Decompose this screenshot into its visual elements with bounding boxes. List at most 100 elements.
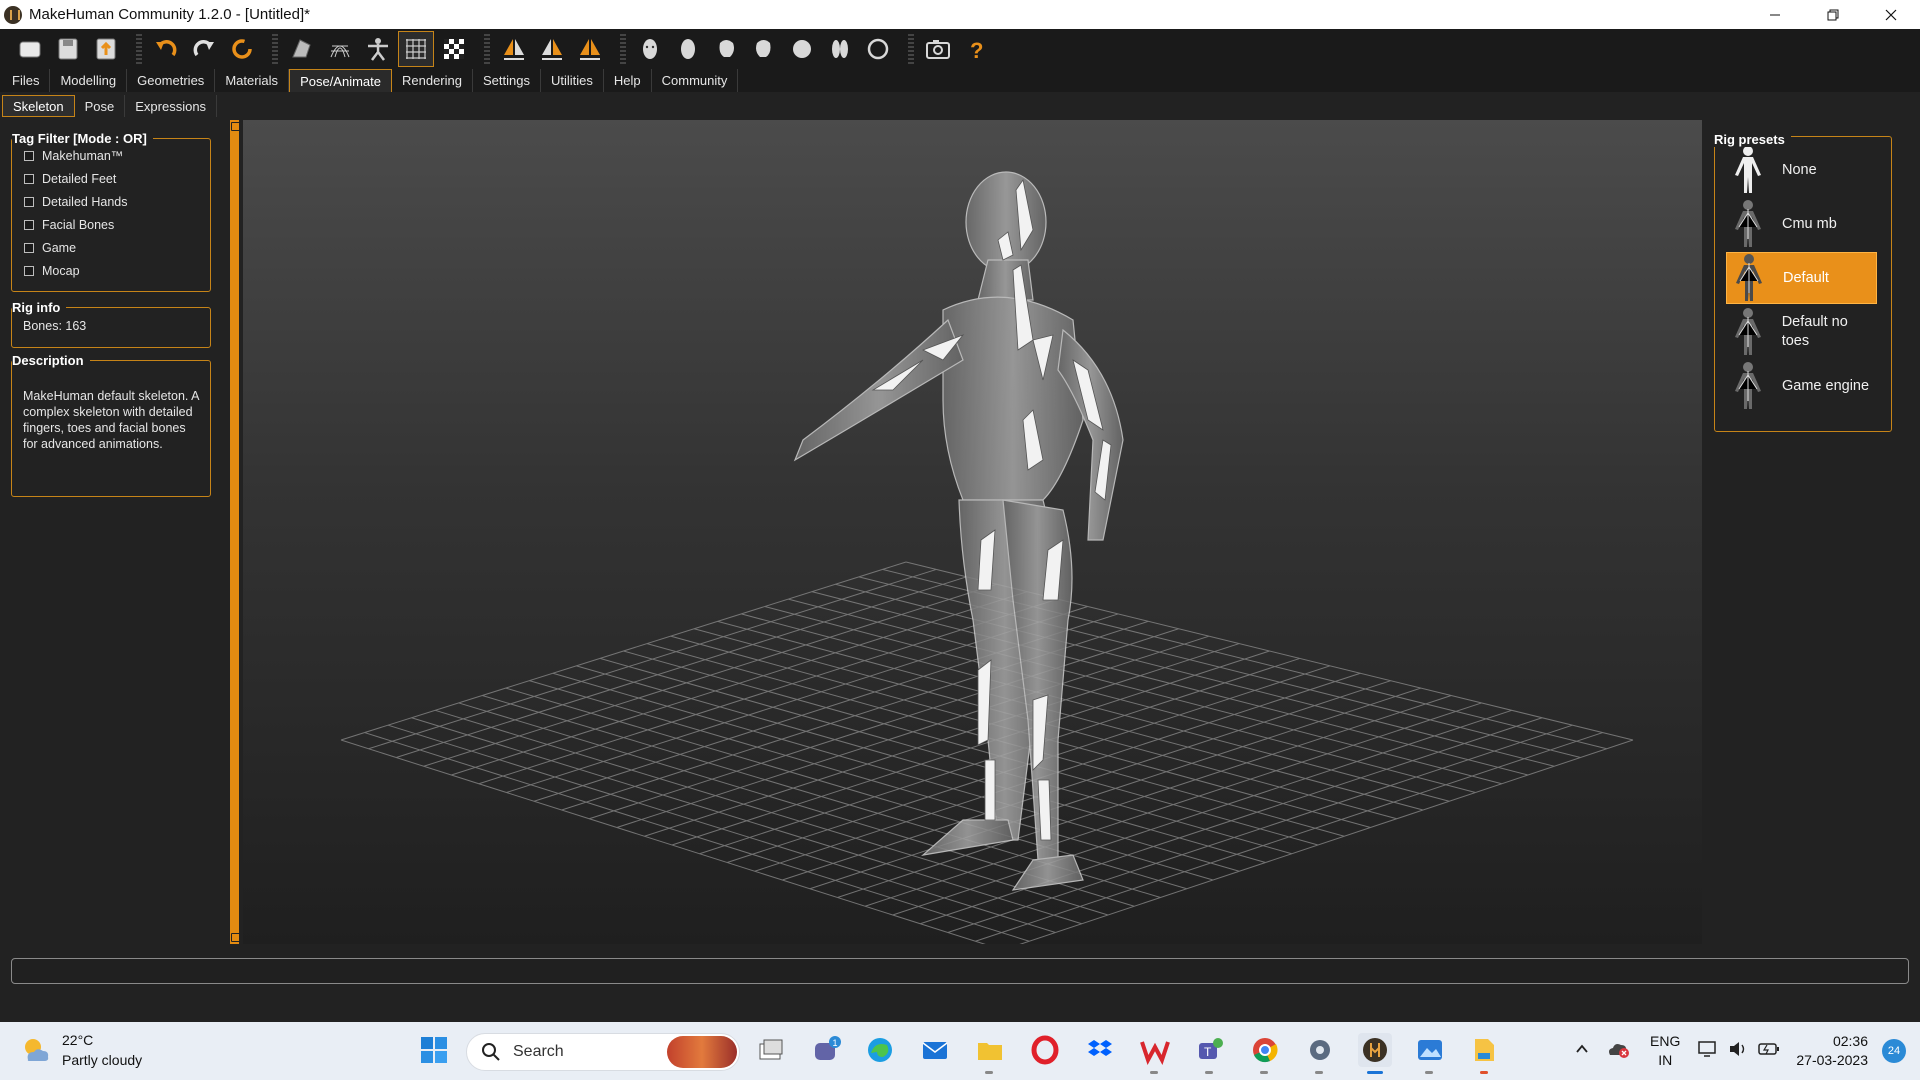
tag-checkbox-mocap[interactable]: Mocap xyxy=(12,259,210,282)
symmetry-icon xyxy=(580,39,600,60)
redo-button[interactable] xyxy=(186,31,222,67)
makehuman-button[interactable] xyxy=(1358,1033,1392,1074)
tab-utilities[interactable]: Utilities xyxy=(541,69,604,92)
main-tab-bar: Files Modelling Geometries Materials Pos… xyxy=(0,69,1920,92)
screenshot-button[interactable] xyxy=(920,31,956,67)
top-view-button[interactable] xyxy=(784,31,820,67)
preset-default[interactable]: Default xyxy=(1726,252,1877,304)
file-explorer-button[interactable] xyxy=(973,1033,1007,1074)
language-indicator[interactable]: ENG IN xyxy=(1650,1032,1680,1070)
tag-checkbox-makehuman[interactable]: Makehuman™ xyxy=(12,144,210,167)
checkbox[interactable] xyxy=(24,219,34,230)
volume-icon-button[interactable] xyxy=(1728,1040,1748,1063)
help-button[interactable]: ? xyxy=(958,31,994,67)
chrome-button[interactable] xyxy=(1248,1033,1282,1074)
checker-button[interactable] xyxy=(436,31,472,67)
subtab-skeleton[interactable]: Skeleton xyxy=(2,95,75,117)
edge-icon xyxy=(868,1038,892,1062)
symmetry-left-button[interactable] xyxy=(534,31,570,67)
wireframe-button[interactable] xyxy=(322,31,358,67)
reset-camera-button[interactable] xyxy=(860,31,896,67)
undo-button[interactable] xyxy=(148,31,184,67)
reset-button[interactable] xyxy=(224,31,260,67)
dropbox-icon xyxy=(1088,1040,1112,1056)
grid-button[interactable] xyxy=(398,31,434,67)
symmetry-right-button[interactable] xyxy=(496,31,532,67)
checkbox[interactable] xyxy=(24,265,34,276)
preset-default-no-toes[interactable]: Default no toes xyxy=(1726,306,1877,358)
onedrive-status[interactable] xyxy=(1606,1039,1630,1064)
3d-viewport[interactable] xyxy=(243,120,1702,944)
opera-button[interactable] xyxy=(1028,1033,1062,1067)
photos-button[interactable] xyxy=(1413,1033,1447,1074)
open-button[interactable] xyxy=(12,31,48,67)
pose-button[interactable] xyxy=(360,31,396,67)
checkbox[interactable] xyxy=(24,173,34,184)
preset-none[interactable]: None xyxy=(1726,144,1877,196)
preset-game-engine[interactable]: Game engine xyxy=(1726,360,1877,412)
tab-community[interactable]: Community xyxy=(652,69,739,92)
save-button[interactable] xyxy=(50,31,86,67)
tag-checkbox-game[interactable]: Game xyxy=(12,236,210,259)
minimize-button[interactable] xyxy=(1746,0,1804,29)
left-view-button[interactable] xyxy=(708,31,744,67)
cloud-offline-icon xyxy=(1609,1043,1630,1058)
task-view-button[interactable] xyxy=(754,1033,788,1067)
export-button[interactable] xyxy=(88,31,124,67)
clock[interactable]: 02:36 27-03-2023 xyxy=(1796,1032,1868,1070)
edge-button[interactable] xyxy=(863,1033,897,1067)
search-highlight-image xyxy=(667,1036,737,1068)
preset-label: Game engine xyxy=(1782,377,1870,394)
bottom-view-button[interactable] xyxy=(822,31,858,67)
subtab-pose[interactable]: Pose xyxy=(75,95,126,117)
close-button[interactable] xyxy=(1862,0,1920,29)
tab-geometries[interactable]: Geometries xyxy=(127,69,216,92)
rig-info-title: Rig info xyxy=(12,300,67,315)
start-button[interactable] xyxy=(417,1033,451,1067)
tab-pose-animate[interactable]: Pose/Animate xyxy=(289,69,392,92)
checkbox[interactable] xyxy=(24,150,34,161)
front-view-button[interactable] xyxy=(632,31,668,67)
preset-label: None xyxy=(1782,161,1817,178)
tab-settings[interactable]: Settings xyxy=(473,69,541,92)
language-code: ENG xyxy=(1650,1033,1681,1049)
checkbox[interactable] xyxy=(24,242,34,253)
files-button[interactable] xyxy=(1468,1033,1502,1074)
tab-help[interactable]: Help xyxy=(604,69,652,92)
wps-button[interactable] xyxy=(1138,1033,1172,1074)
preset-label: Default xyxy=(1783,269,1829,286)
tag-checkbox-facial-bones[interactable]: Facial Bones xyxy=(12,213,210,236)
network-icon-button[interactable] xyxy=(1698,1040,1718,1063)
settings-button[interactable] xyxy=(1303,1033,1337,1074)
skeleton-thumbnail-icon xyxy=(1726,198,1770,250)
tab-modelling[interactable]: Modelling xyxy=(50,69,128,92)
battery-icon-button[interactable] xyxy=(1758,1040,1780,1063)
tab-rendering[interactable]: Rendering xyxy=(392,69,473,92)
tag-checkbox-detailed-feet[interactable]: Detailed Feet xyxy=(12,167,210,190)
subtab-expressions[interactable]: Expressions xyxy=(125,95,218,117)
restore-button[interactable] xyxy=(1804,0,1862,29)
notification-count-badge[interactable]: 24 xyxy=(1882,1039,1906,1063)
smooth-icon xyxy=(292,39,311,58)
tab-files[interactable]: Files xyxy=(2,69,51,92)
right-view-button[interactable] xyxy=(746,31,782,67)
teams-chat-button[interactable]: 1 xyxy=(810,1033,844,1067)
weather-widget[interactable]: 22°C Partly cloudy xyxy=(20,1030,142,1070)
preset-cmu-mb[interactable]: Cmu mb xyxy=(1726,198,1877,250)
checkbox[interactable] xyxy=(24,196,34,207)
teams-button[interactable]: T xyxy=(1193,1033,1227,1074)
wireframe-icon xyxy=(330,45,350,58)
taskbar-search[interactable]: Search xyxy=(466,1033,740,1071)
back-view-button[interactable] xyxy=(670,31,706,67)
tab-materials[interactable]: Materials xyxy=(215,69,290,92)
show-hidden-icons-button[interactable] xyxy=(1574,1041,1590,1062)
left-panel-scrollbar[interactable] xyxy=(230,120,240,944)
bottom-view-icon xyxy=(832,40,848,58)
dropbox-button[interactable] xyxy=(1083,1033,1117,1067)
mail-button[interactable] xyxy=(918,1033,952,1067)
running-indicator xyxy=(1425,1071,1433,1074)
tag-checkbox-detailed-hands[interactable]: Detailed Hands xyxy=(12,190,210,213)
smooth-button[interactable] xyxy=(284,31,320,67)
symmetry-button[interactable] xyxy=(572,31,608,67)
tag-label: Makehuman™ xyxy=(42,148,124,163)
